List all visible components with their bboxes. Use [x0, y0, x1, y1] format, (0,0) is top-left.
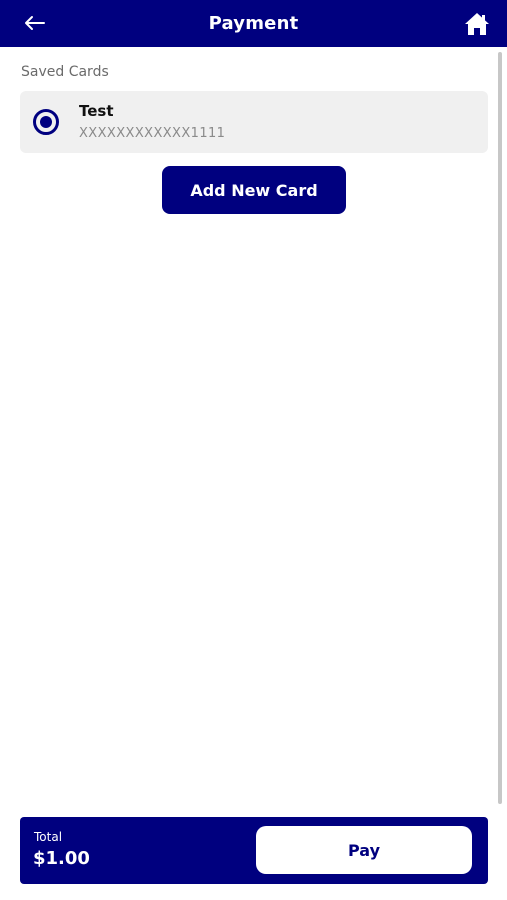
card-name: Test [79, 102, 114, 120]
saved-card-item[interactable]: Test XXXXXXXXXXXX1111 [20, 91, 488, 153]
home-icon [465, 13, 489, 35]
pay-button[interactable]: Pay [256, 826, 472, 874]
payment-footer: Total $1.00 Pay [20, 817, 488, 884]
total-label: Total [34, 830, 63, 844]
arrow-left-icon [25, 16, 45, 30]
back-button[interactable] [20, 9, 48, 37]
saved-cards-label: Saved Cards [21, 64, 109, 80]
scrollbar[interactable] [498, 52, 502, 804]
total-amount: $1.00 [33, 848, 90, 869]
card-number: XXXXXXXXXXXX1111 [79, 126, 226, 141]
page-title: Payment [208, 13, 299, 34]
add-new-card-button[interactable]: Add New Card [162, 166, 346, 214]
home-button[interactable] [463, 10, 491, 38]
app-header: Payment [0, 0, 507, 47]
radio-selected-dot [40, 116, 52, 128]
card-radio-button[interactable] [33, 109, 59, 135]
